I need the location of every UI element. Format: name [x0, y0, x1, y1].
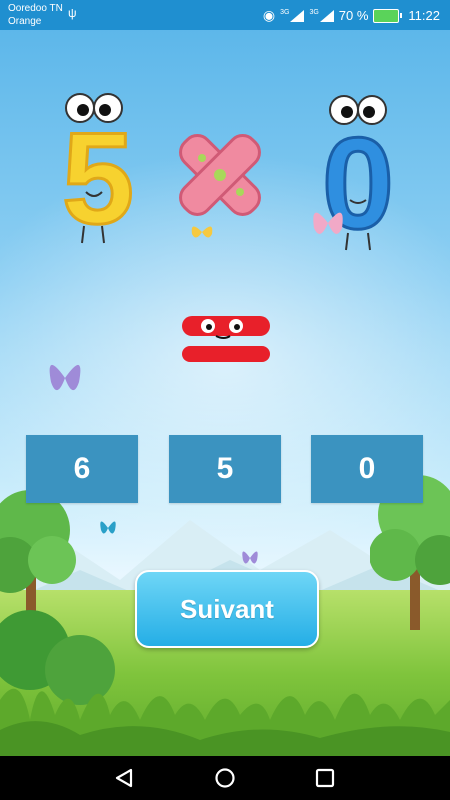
multiply-symbol: [170, 120, 270, 235]
battery-icon: [373, 8, 403, 23]
navigation-bar: [0, 756, 450, 800]
home-icon[interactable]: [211, 764, 239, 792]
answer-option-2[interactable]: 5: [169, 435, 281, 503]
operand-1-text: 5: [62, 105, 134, 248]
grass-foreground: [0, 688, 450, 756]
back-icon[interactable]: [111, 764, 139, 792]
usb-icon: ψ: [68, 6, 77, 20]
butterfly-icon: [49, 364, 81, 391]
clock: 11:22: [408, 8, 440, 23]
digit-five-character: 5: [58, 88, 138, 253]
butterfly-icon: [191, 226, 213, 238]
butterfly-icon: [313, 212, 343, 234]
answer-option-1[interactable]: 6: [26, 435, 138, 503]
network-type-1: 3G: [280, 9, 290, 16]
signal-icon: [319, 9, 334, 22]
butterfly-icon: [242, 551, 258, 564]
butterfly-icon: [100, 521, 116, 534]
status-bar: Ooredoo TN Orange ψ ◉ 3G 3G 70 % 11:22: [0, 0, 450, 30]
carrier-name-secondary: Orange: [8, 16, 42, 27]
eye-icon: ◉: [262, 7, 276, 23]
answer-option-3[interactable]: 0: [311, 435, 423, 503]
recents-icon[interactable]: [311, 764, 339, 792]
game-scene: 5 0 6 5 0 Suivant: [0, 30, 450, 756]
network-type-2: 3G: [309, 9, 319, 16]
carrier-name-primary: Ooredoo TN: [8, 3, 63, 14]
battery-percent: 70 %: [338, 8, 369, 23]
signal-icon: [290, 9, 305, 22]
next-button[interactable]: Suivant: [135, 570, 319, 648]
equals-symbol: [180, 312, 275, 377]
